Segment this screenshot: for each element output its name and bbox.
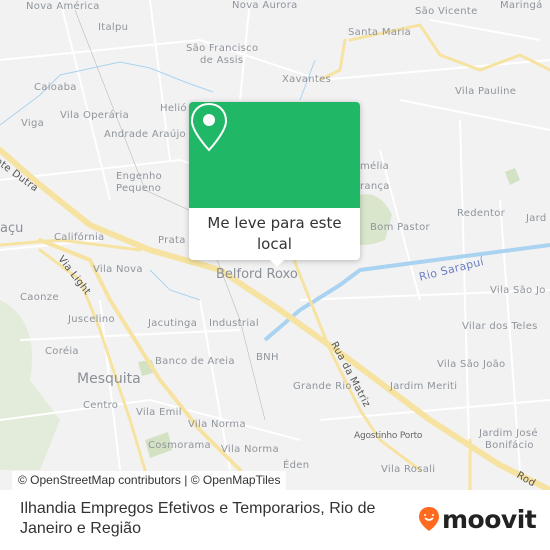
place-label: Jardim José [479,428,538,439]
moovit-pin-icon [419,507,439,531]
place-label: Nova Aurora [232,0,298,11]
moovit-wordmark: moovit [442,504,537,534]
place-label: Vila Operária [60,110,130,121]
place-label: Éden [283,460,310,471]
place-label: Vilar dos Teles [462,321,538,332]
place-label: São Francisco [186,43,259,54]
directions-popup[interactable]: Me leve para este local [189,102,360,267]
map-pin-icon [190,102,228,152]
place-label: Pequeno [116,183,162,194]
place-label: Cosmorama [148,440,211,451]
park [0,300,60,470]
place-label: Vila Norma [188,419,246,430]
place-label: Jardim Meriti [390,381,458,392]
place-label: Vila Emil [136,407,182,418]
place-label: Prata [158,235,186,246]
place-label: Industrial [209,318,259,329]
place-label: de Assis [200,55,244,66]
place-label: Belford Roxo [216,267,298,282]
moovit-logo: moovit [418,504,537,534]
place-label: Caioaba [34,82,77,93]
place-label: Califórnia [54,232,105,243]
place-label: rança [360,181,390,192]
place-label: Vila Norma [221,444,279,455]
place-label: Banco de Areia [155,356,235,367]
place-label: Maringá [500,0,543,11]
place-label: Vila Pauline [455,86,517,97]
map-attribution[interactable]: © OpenStreetMap contributors | © OpenMap… [12,471,287,490]
place-label: Santa Maria [348,27,412,38]
place-label: Centro [83,400,119,411]
location-title: Ilhandia Empregos Efetivos e Temporarios… [20,500,376,537]
place-label: Redentor [457,208,506,219]
place-label: Agostinho Porto [354,431,423,441]
place-label: Helió [160,103,187,114]
take-me-there-button[interactable]: Me leve para este local [189,208,360,255]
place-label: Coréia [45,346,79,357]
footer: Ilhandia Empregos Efetivos e Temporarios… [0,490,550,550]
place-label: mélia [360,161,390,172]
place-label: Vila São Jo [490,285,546,296]
place-label: Caonze [20,292,59,303]
place-label: Engenho [116,171,163,182]
place-label: Vila Rosali [381,464,436,475]
place-label: Bonifácio [485,440,534,451]
park [505,168,520,185]
map[interactable]: Nova América Nova Aurora Italpu São Fran… [0,0,550,490]
place-label: Bom Pastor [370,222,430,233]
place-label: Italpu [98,22,129,33]
place-label: São Vicente [415,6,478,17]
place-label: açu [0,221,24,236]
place-label: Grande Rio [293,381,352,392]
place-label: Xavantes [282,74,332,85]
place-label: Nova América [26,1,100,12]
place-label: Juscelino [68,314,115,325]
place-label: Jacutinga [148,318,198,329]
place-label: Vila Nova [93,264,143,275]
place-label: BNH [256,352,279,363]
popup-pointer [269,259,285,267]
place-label: Jard [526,213,547,224]
place-label: Mesquita [77,371,141,387]
place-label: Vila São João [437,359,506,370]
place-label: Andrade Araújo [104,129,186,140]
popup-header[interactable] [189,102,360,208]
place-label: Viga [21,118,45,129]
